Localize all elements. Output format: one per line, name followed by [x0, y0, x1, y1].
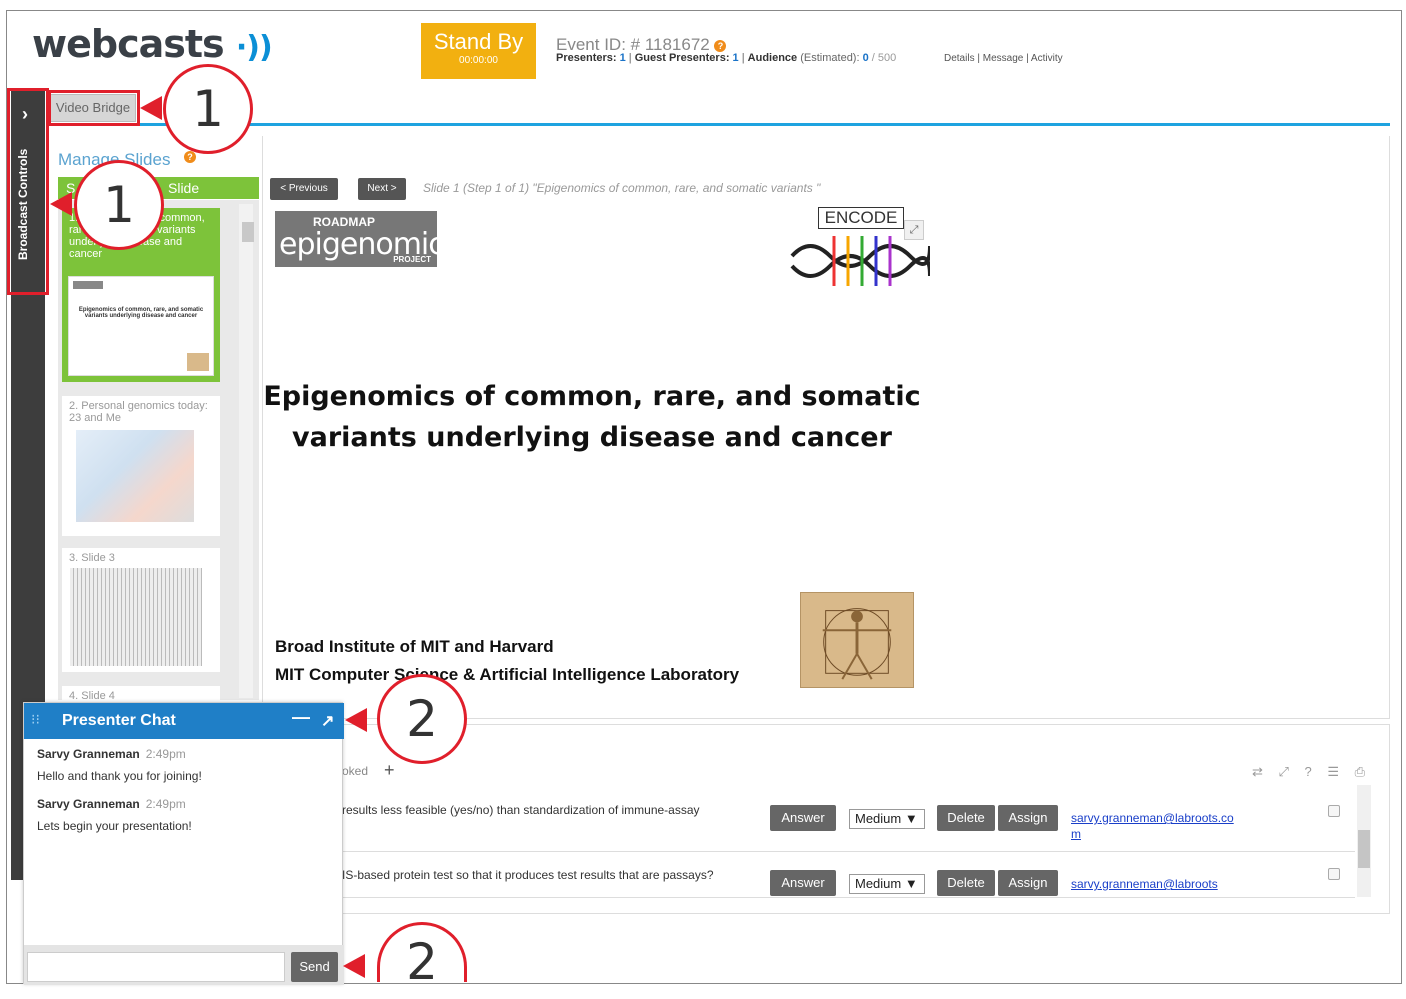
highlight-video-bridge	[48, 90, 140, 126]
slide-list: 1. Epigenomics of common, rare, and soma…	[58, 200, 259, 700]
email-link[interactable]: sarvy.granneman@labroots.com	[1071, 810, 1243, 842]
activity-link[interactable]: Activity	[1031, 53, 1063, 64]
broadcast-waves-icon: ·))	[235, 30, 273, 65]
standby-label: Stand By	[433, 29, 524, 54]
help-icon[interactable]: ?	[184, 151, 196, 163]
vitruvian-man-image	[800, 592, 914, 688]
callout-1-broadcast-controls: 1	[74, 160, 164, 250]
send-button[interactable]: Send	[291, 952, 338, 982]
priority-select[interactable]: Medium ▼	[849, 809, 925, 829]
institution-broad: Broad Institute of MIT and Harvard	[275, 637, 554, 656]
message-link[interactable]: Message	[983, 53, 1024, 64]
message-author: Sarvy Granneman 2:49pm	[37, 797, 186, 811]
presenter-stats: Presenters: 1 | Guest Presenters: 1 | Au…	[556, 52, 897, 64]
chat-header[interactable]: ⁝⁝ Presenter Chat — ↗	[24, 703, 344, 739]
standby-button[interactable]: Stand By 00:00:00	[421, 23, 536, 79]
encode-label: ENCODE	[818, 207, 904, 229]
add-tab-icon[interactable]: +	[384, 760, 395, 781]
callout-arrow	[343, 954, 365, 978]
chat-footer: Send	[24, 945, 344, 985]
slide-item-3[interactable]: 3. Slide 3	[62, 548, 220, 672]
callout-1-video-bridge: 1	[163, 64, 253, 154]
slide-thumbnail	[76, 430, 194, 522]
highlight-broadcast-controls	[7, 88, 49, 295]
drag-handle-icon[interactable]: ⁝⁝	[31, 711, 40, 728]
answer-button[interactable]: Answer	[770, 870, 836, 896]
slide-thumbnail	[70, 568, 202, 666]
standby-timer: 00:00:00	[459, 55, 498, 66]
priority-select[interactable]: Medium ▼	[849, 874, 925, 894]
callout-2-chat-header: 2	[377, 674, 467, 764]
question-text: IS-based protein test so that it produce…	[342, 868, 714, 882]
slide-list-scrollbar[interactable]	[239, 204, 253, 698]
popout-icon[interactable]: ↗	[321, 711, 334, 731]
slide-caption: Slide 1 (Step 1 of 1) "Epigenomics of co…	[423, 181, 821, 195]
callout-arrow	[345, 708, 367, 732]
row-checkbox[interactable]	[1328, 805, 1340, 817]
assign-button[interactable]: Assign	[998, 870, 1058, 896]
institution-mit-csail: MIT Computer Science & Artificial Intell…	[275, 665, 740, 684]
slide-thumbnail: Epigenomics of common, rare, and somatic…	[68, 276, 214, 376]
message-text: Lets begin your presentation!	[37, 819, 192, 833]
delete-button[interactable]: Delete	[937, 870, 995, 896]
help-icon[interactable]: ?	[714, 39, 727, 52]
message-text: Hello and thank you for joining!	[37, 769, 202, 783]
slide-item-4[interactable]: 4. Slide 4	[62, 686, 220, 700]
minimize-icon[interactable]: —	[292, 707, 310, 728]
slide-title: Epigenomics of common, rare, and somatic…	[263, 381, 921, 453]
next-button[interactable]: Next >	[358, 178, 406, 200]
tab-questions[interactable]: oked	[342, 764, 368, 778]
callout-arrow	[50, 192, 72, 216]
callout-arrow	[140, 96, 162, 120]
assign-button[interactable]: Assign	[998, 805, 1058, 831]
chat-message-input[interactable]	[27, 952, 285, 982]
answer-button[interactable]: Answer	[770, 805, 836, 831]
webcasts-logo: webcasts ·))	[32, 22, 273, 66]
qa-toolbar-icons[interactable]: ⇄ ⤢ ? ☰ ⎙	[1252, 764, 1371, 780]
previous-button[interactable]: < Previous	[270, 178, 338, 200]
slide-item-2[interactable]: 2. Personal genomics today: 23 and Me	[62, 396, 220, 536]
roadmap-epigenomics-logo: ROADMAP epigenomics PROJECT	[275, 211, 459, 267]
delete-button[interactable]: Delete	[937, 805, 995, 831]
qa-scroll-thumb[interactable]	[1358, 830, 1370, 868]
question-text: results less feasible (yes/no) than stan…	[342, 803, 700, 817]
row-checkbox[interactable]	[1328, 868, 1340, 880]
slide-list-scroll-thumb[interactable]	[242, 222, 254, 242]
chat-title: Presenter Chat	[62, 712, 176, 729]
message-author: Sarvy Granneman 2:49pm	[37, 747, 186, 761]
email-link[interactable]: sarvy.granneman@labroots	[1071, 876, 1243, 892]
presenter-chat-window: ⁝⁝ Presenter Chat — ↗ Sarvy Granneman 2:4…	[23, 702, 344, 985]
expand-icon[interactable]: ⤢	[904, 220, 924, 240]
header-links: Details | Message | Activity	[944, 53, 1063, 64]
details-link[interactable]: Details	[944, 53, 975, 64]
